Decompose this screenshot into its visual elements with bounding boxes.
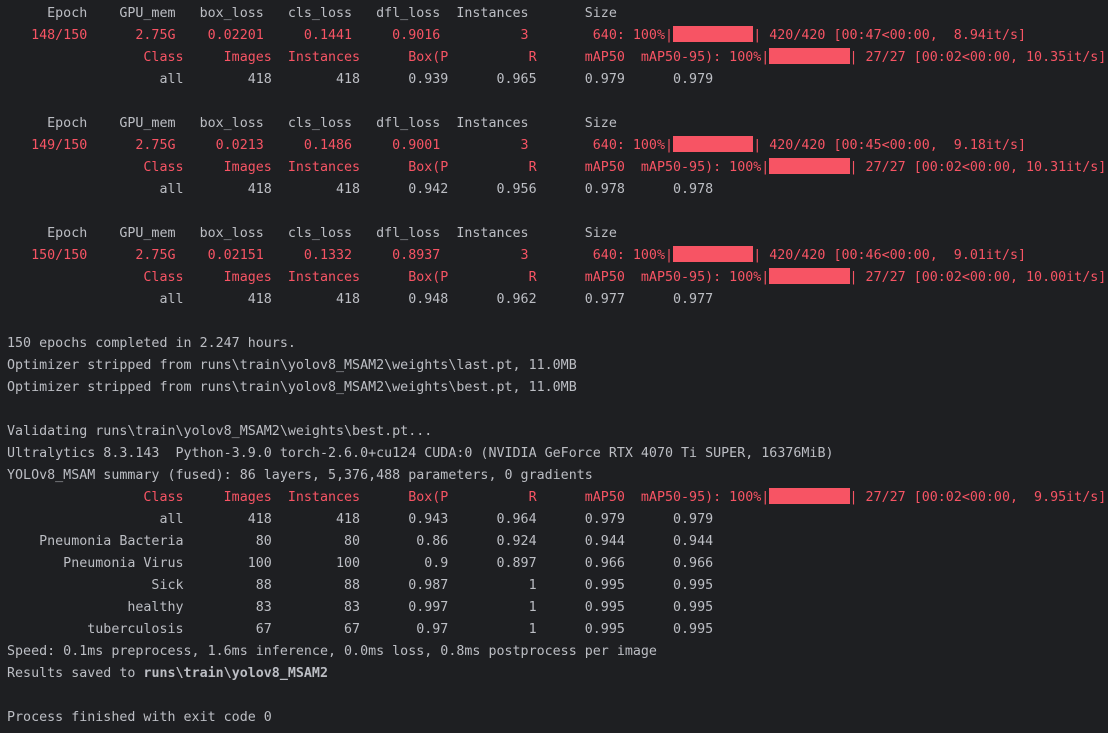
console-line: Class Images Instances Box(P R mAP50 mAP… (7, 47, 1107, 69)
console-line: Class Images Instances Box(P R mAP50 mAP… (7, 267, 1107, 289)
console-line: Validating runs\train\yolov8_MSAM2\weigh… (7, 421, 1107, 443)
console-line: Ultralytics 8.3.143 Python-3.9.0 torch-2… (7, 443, 1107, 465)
run-console-output[interactable]: Epoch GPU_mem box_loss cls_loss dfl_loss… (7, 3, 1107, 733)
console-line: tuberculosis 67 67 0.97 1 0.995 0.995 (7, 619, 1107, 641)
console-text: 150 epochs completed in 2.247 hours. (7, 336, 296, 351)
console-text: Epoch GPU_mem box_loss cls_loss dfl_loss… (7, 116, 617, 131)
console-line: Sick 88 88 0.987 1 0.995 0.995 (7, 575, 1107, 597)
console-text: 149/150 2.75G 0.0213 0.1486 0.9001 3 640… (7, 138, 674, 153)
console-text: | 27/27 [00:02<00:00, 10.35it/s] (849, 50, 1107, 65)
console-text: Class Images Instances Box(P R mAP50 mAP… (7, 160, 770, 175)
console-line: Optimizer stripped from runs\train\yolov… (7, 377, 1107, 399)
console-line: Class Images Instances Box(P R mAP50 mAP… (7, 157, 1107, 179)
console-line: Epoch GPU_mem box_loss cls_loss dfl_loss… (7, 113, 1107, 135)
console-line: Epoch GPU_mem box_loss cls_loss dfl_loss… (7, 223, 1107, 245)
console-line: Epoch GPU_mem box_loss cls_loss dfl_loss… (7, 3, 1107, 25)
console-line: healthy 83 83 0.997 1 0.995 0.995 (7, 597, 1107, 619)
console-text: | 27/27 [00:02<00:00, 9.95it/s] (849, 490, 1107, 505)
console-text: Speed: 0.1ms preprocess, 1.6ms inference… (7, 644, 657, 659)
console-text: 148/150 2.75G 0.02201 0.1441 0.9016 3 64… (7, 28, 674, 43)
console-text: | 420/420 [00:47<00:00, 8.94it/s] (753, 28, 1027, 43)
console-text: Process finished with exit code 0 (7, 710, 272, 725)
console-line: 148/150 2.75G 0.02201 0.1441 0.9016 3 64… (7, 25, 1107, 47)
console-line: Optimizer stripped from runs\train\yolov… (7, 355, 1107, 377)
console-line: all 418 418 0.939 0.965 0.979 0.979 (7, 69, 1107, 91)
console-line: 150/150 2.75G 0.02151 0.1332 0.8937 3 64… (7, 245, 1107, 267)
console-line: Results saved to runs\train\yolov8_MSAM2 (7, 663, 1107, 685)
console-text: 150/150 2.75G 0.02151 0.1332 0.8937 3 64… (7, 248, 674, 263)
console-text: healthy 83 83 0.997 1 0.995 0.995 (7, 600, 714, 615)
console-text: Results saved to (7, 666, 144, 681)
console-text: | 27/27 [00:02<00:00, 10.31it/s] (849, 160, 1107, 175)
console-text: Class Images Instances Box(P R mAP50 mAP… (7, 270, 770, 285)
console-line: 150 epochs completed in 2.247 hours. (7, 333, 1107, 355)
console-line: all 418 418 0.943 0.964 0.979 0.979 (7, 509, 1107, 531)
console-text: | 27/27 [00:02<00:00, 10.00it/s] (849, 270, 1107, 285)
console-line: Speed: 0.1ms preprocess, 1.6ms inference… (7, 641, 1107, 663)
console-text: Sick 88 88 0.987 1 0.995 0.995 (7, 578, 714, 593)
console-text: all 418 418 0.942 0.956 0.978 0.978 (7, 182, 714, 197)
console-text: tuberculosis 67 67 0.97 1 0.995 0.995 (7, 622, 714, 637)
console-text: | 420/420 [00:46<00:00, 9.01it/s] (753, 248, 1027, 263)
console-text: all 418 418 0.948 0.962 0.977 0.977 (7, 292, 714, 307)
console-text: Class Images Instances Box(P R mAP50 mAP… (7, 490, 770, 505)
console-text: Pneumonia Virus 100 100 0.9 0.897 0.966 … (7, 556, 714, 571)
progress-bar (769, 48, 850, 64)
console-line: all 418 418 0.942 0.956 0.978 0.978 (7, 179, 1107, 201)
console-text: Optimizer stripped from runs\train\yolov… (7, 358, 577, 373)
console-line: Process finished with exit code 0 (7, 707, 1107, 729)
progress-bar (769, 268, 850, 284)
progress-bar (673, 246, 754, 262)
console-line: all 418 418 0.948 0.962 0.977 0.977 (7, 289, 1107, 311)
console-text: YOLOv8_MSAM summary (fused): 86 layers, … (7, 468, 593, 483)
console-text: | 420/420 [00:45<00:00, 9.18it/s] (753, 138, 1027, 153)
console-text: Validating runs\train\yolov8_MSAM2\weigh… (7, 424, 433, 439)
console-line: 149/150 2.75G 0.0213 0.1486 0.9001 3 640… (7, 135, 1107, 157)
progress-bar (673, 26, 754, 42)
console-text: Class Images Instances Box(P R mAP50 mAP… (7, 50, 770, 65)
console-line: Pneumonia Virus 100 100 0.9 0.897 0.966 … (7, 553, 1107, 575)
progress-bar (673, 136, 754, 152)
console-text: all 418 418 0.943 0.964 0.979 0.979 (7, 512, 714, 527)
console-text: Epoch GPU_mem box_loss cls_loss dfl_loss… (7, 6, 617, 21)
console-line: Pneumonia Bacteria 80 80 0.86 0.924 0.94… (7, 531, 1107, 553)
console-text: Epoch GPU_mem box_loss cls_loss dfl_loss… (7, 226, 617, 241)
console-line: YOLOv8_MSAM summary (fused): 86 layers, … (7, 465, 1107, 487)
console-line: Class Images Instances Box(P R mAP50 mAP… (7, 487, 1107, 509)
progress-bar (769, 158, 850, 174)
console-text: Optimizer stripped from runs\train\yolov… (7, 380, 577, 395)
results-path-text: runs\train\yolov8_MSAM2 (143, 666, 328, 681)
console-text: Ultralytics 8.3.143 Python-3.9.0 torch-2… (7, 446, 834, 461)
progress-bar (769, 488, 850, 504)
console-text: Pneumonia Bacteria 80 80 0.86 0.924 0.94… (7, 534, 714, 549)
console-text: all 418 418 0.939 0.965 0.979 0.979 (7, 72, 714, 87)
